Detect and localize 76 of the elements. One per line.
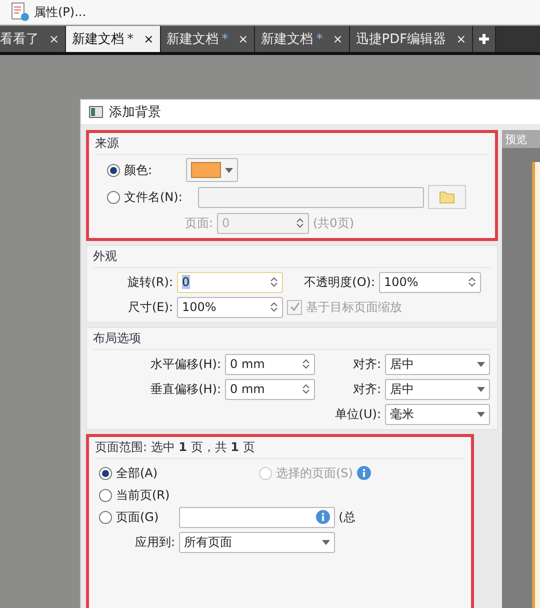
spin-field[interactable]: 0 xyxy=(177,272,283,292)
field-label: 单位(U): xyxy=(334,406,381,422)
field-label: 不透明度(O): xyxy=(303,274,375,290)
dropdown[interactable]: 居中 xyxy=(385,354,490,374)
section-title: 布局选项 xyxy=(93,330,491,350)
spin-arrows-icon[interactable] xyxy=(270,276,278,288)
tab-label: 新建文档 * xyxy=(261,31,323,48)
field-label: 垂直偏移(H): xyxy=(150,380,221,398)
section-title: 来源 xyxy=(95,135,489,155)
caret-icon[interactable] xyxy=(477,362,485,366)
page-count: (共0页) xyxy=(313,214,354,232)
section-title: 页面范围: 选中 1 页，共 1 页 xyxy=(95,439,465,459)
document-tab[interactable]: 新建文档 * × xyxy=(66,26,161,52)
tab-label: 看看了 xyxy=(0,31,39,48)
radio-button[interactable] xyxy=(107,164,120,176)
dropdown[interactable]: 毫米 xyxy=(385,404,490,424)
dropdown[interactable]: 居中 xyxy=(385,378,490,400)
check-icon xyxy=(290,302,300,312)
window-title: 添加背景 xyxy=(109,104,161,121)
field-label: 旋转(R): xyxy=(126,274,173,290)
spin-arrows-icon[interactable] xyxy=(302,358,310,370)
folder-icon xyxy=(439,190,456,204)
spin-arrows-icon[interactable] xyxy=(468,276,476,288)
spin-arrows-icon[interactable] xyxy=(302,383,310,395)
close-tab-button[interactable]: × xyxy=(49,32,60,46)
radio-button[interactable] xyxy=(99,466,112,480)
spin-field[interactable]: 100% xyxy=(379,272,481,292)
radio-label: 颜色: xyxy=(124,162,152,178)
radio-button[interactable] xyxy=(99,510,112,524)
window-icon xyxy=(89,106,103,118)
close-tab-button[interactable]: × xyxy=(144,32,154,46)
checkbox-label: 基于目标页面缩放 xyxy=(306,298,402,316)
field-label: 应用到: xyxy=(134,534,175,550)
page-range-field[interactable] xyxy=(178,506,335,528)
plus-icon xyxy=(479,34,490,44)
field-label: 对齐: xyxy=(352,380,381,398)
spin-arrows-icon[interactable] xyxy=(270,301,278,313)
info-icon xyxy=(316,510,330,524)
field-label: 页面: xyxy=(184,214,213,232)
radio-label: 页面(G) xyxy=(116,508,159,526)
document-tab[interactable]: 看看了 × xyxy=(0,26,66,52)
dropdown[interactable]: 所有页面 xyxy=(179,532,335,552)
info-icon xyxy=(356,466,371,480)
spin-field[interactable]: 0 mm xyxy=(225,354,315,374)
field-label: 尺寸(E): xyxy=(127,298,173,316)
caret-icon[interactable] xyxy=(225,168,234,172)
tab-label: 迅捷PDF编辑器 xyxy=(356,31,446,48)
tab-label: 新建文档 * xyxy=(72,31,134,48)
caret-icon[interactable] xyxy=(322,540,330,544)
tab-label: 新建文档 * xyxy=(166,31,228,48)
caret-icon[interactable] xyxy=(477,412,485,416)
file-name-field[interactable] xyxy=(198,186,424,208)
radio-label: 当前页(R) xyxy=(116,486,170,504)
document-tab[interactable]: 新建文档 * × xyxy=(160,26,256,52)
properties-menu-item[interactable]: 属性(P)... xyxy=(34,4,86,20)
color-picker-button[interactable] xyxy=(186,158,238,182)
page-count: (总 xyxy=(338,508,356,526)
field-label: 对齐: xyxy=(352,356,381,372)
close-tab-button[interactable]: × xyxy=(332,32,343,46)
caret-icon[interactable] xyxy=(477,386,485,392)
preview-title: 预览 xyxy=(502,130,540,148)
radio-label: 选择的页面(S) xyxy=(276,464,353,482)
spin-field[interactable]: 100% xyxy=(177,296,283,318)
close-tab-button[interactable]: × xyxy=(456,32,466,46)
properties-icon[interactable] xyxy=(10,2,30,22)
new-tab-button[interactable] xyxy=(473,26,496,52)
field-label: 水平偏移(H): xyxy=(150,356,221,372)
document-tab[interactable]: 新建文档 * × xyxy=(255,26,350,52)
radio-button[interactable] xyxy=(99,488,112,502)
document-tab[interactable]: 迅捷PDF编辑器 × xyxy=(350,26,474,52)
radio-label: 文件名(N): xyxy=(124,188,182,206)
section-title: 外观 xyxy=(93,248,491,268)
close-tab-button[interactable]: × xyxy=(238,32,248,46)
radio-label: 全部(A) xyxy=(116,464,158,482)
radio-button[interactable] xyxy=(107,190,120,204)
spin-field[interactable]: 0 mm xyxy=(225,378,315,400)
